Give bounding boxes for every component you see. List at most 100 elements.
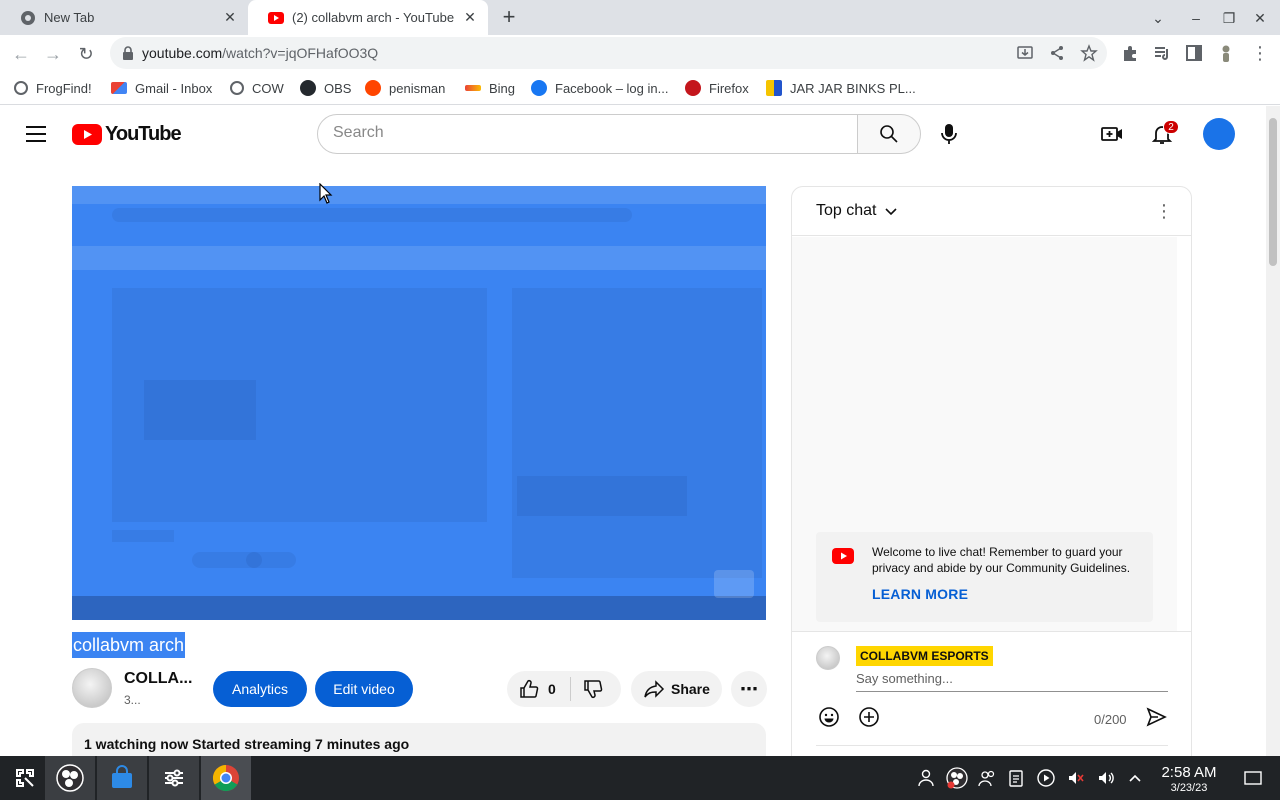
bookmark-reddit[interactable]: penisman (365, 79, 445, 97)
tab-title: (2) collabvm arch - YouTube (292, 10, 455, 25)
learn-more-link[interactable]: LEARN MORE (872, 586, 968, 602)
address-bar[interactable]: youtube.com/watch?v=jqOFHafOO3Q (110, 37, 1107, 69)
bookmark-star-icon[interactable] (1080, 44, 1098, 62)
thumbs-down-icon[interactable] (582, 678, 604, 700)
muted-speaker-icon[interactable] (1066, 768, 1086, 788)
media-queue-icon[interactable] (1152, 43, 1172, 63)
emoji-icon[interactable] (818, 706, 840, 728)
bag-icon (766, 80, 782, 96)
bookmark-obs[interactable]: OBS (300, 79, 351, 97)
player-ghost-title (112, 530, 174, 542)
edit-video-button[interactable]: Edit video (315, 671, 413, 707)
bookmark-gmail[interactable]: Gmail - Inbox (111, 79, 212, 97)
page-scrollbar[interactable] (1266, 106, 1280, 756)
send-icon[interactable] (1145, 706, 1167, 728)
tab-youtube[interactable]: (2) collabvm arch - YouTube ✕ (248, 0, 488, 35)
bookmark-label: OBS (324, 80, 352, 96)
more-actions-icon[interactable]: ⋯ (731, 671, 767, 707)
chrome-taskbar-icon[interactable] (201, 756, 251, 800)
bookmark-cow[interactable]: COW (230, 79, 284, 97)
clipboard-icon[interactable] (1006, 768, 1026, 788)
bookmark-label: Facebook – log in... (555, 80, 669, 96)
show-desktop-icon[interactable] (1243, 768, 1263, 788)
chat-input-panel: COLLABVM ESPORTS 0/200 (792, 631, 1191, 756)
description-box[interactable]: 1 watching now Started streaming 7 minut… (72, 723, 766, 756)
clock-date[interactable]: 3/23/23 (1154, 782, 1224, 794)
users-icon[interactable] (977, 768, 997, 788)
obs-tray-icon[interactable] (945, 766, 969, 790)
search-box (317, 114, 858, 154)
share-arrow-icon (644, 680, 665, 698)
bookmark-frogfind[interactable]: FrogFind! (14, 79, 92, 97)
description-stats: 1 watching now Started streaming 7 minut… (84, 736, 410, 752)
player-ghost-tabbar (72, 186, 766, 204)
close-icon[interactable]: ✕ (462, 9, 478, 25)
search-button[interactable] (857, 114, 921, 154)
chevron-up-icon[interactable] (1125, 768, 1145, 788)
char-counter: 0/200 (1094, 712, 1127, 727)
chat-mode-selector[interactable]: Top chat (816, 202, 876, 220)
tab-new-tab[interactable]: New Tab ✕ (0, 0, 248, 35)
video-player[interactable] (72, 186, 766, 620)
kebab-menu-icon[interactable]: ⋮ (1250, 43, 1270, 63)
clock-time[interactable]: 2:58 AM (1154, 764, 1224, 781)
chat-message-input[interactable] (856, 671, 1156, 686)
chat-welcome-banner: Welcome to live chat! Remember to guard … (816, 532, 1153, 622)
scrollbar-thumb[interactable] (1269, 118, 1277, 266)
notification-badge: 2 (1163, 120, 1179, 134)
youtube-page: YouTube 2 collabvm arch COLLA... 3... An… (0, 106, 1266, 756)
volume-icon[interactable] (1096, 768, 1116, 788)
browser-tab-bar: New Tab ✕ (2) collabvm arch - YouTube ✕ … (0, 0, 1280, 35)
obs-taskbar-icon[interactable] (45, 756, 95, 800)
kebab-menu-icon[interactable]: ⋮ (1154, 201, 1174, 221)
chevron-down-icon[interactable] (884, 205, 898, 219)
close-window-icon[interactable]: ✕ (1250, 8, 1270, 28)
channel-subscribers: 3... (124, 693, 141, 707)
chat-username: COLLABVM ESPORTS (856, 646, 993, 666)
thumbs-up-icon[interactable] (518, 678, 540, 700)
channel-name[interactable]: COLLA... (124, 670, 192, 688)
search-input[interactable] (333, 124, 833, 142)
profile-icon[interactable] (1216, 43, 1236, 63)
chevron-down-icon[interactable]: ⌄ (1148, 8, 1168, 28)
extensions-icon[interactable] (1120, 43, 1140, 63)
bookmark-bing[interactable]: Bing (465, 79, 515, 97)
youtube-wordmark: YouTube (105, 122, 182, 145)
app-launcher-icon[interactable] (0, 756, 50, 800)
store-taskbar-icon[interactable] (97, 756, 147, 800)
bookmark-jarjar[interactable]: JAR JAR BINKS PL... (766, 79, 916, 97)
side-panel-icon[interactable] (1184, 43, 1204, 63)
bookmark-label: FrogFind! (36, 80, 92, 96)
account-avatar[interactable] (1203, 118, 1235, 150)
forward-icon[interactable]: → (42, 43, 64, 65)
bookmark-firefox[interactable]: Firefox (685, 79, 749, 97)
user-icon[interactable] (916, 768, 936, 788)
player-ghost-button (246, 552, 296, 568)
share-button[interactable]: Share (631, 671, 722, 707)
video-title-container: collabvm arch (72, 632, 186, 660)
reload-icon[interactable]: ↻ (75, 43, 97, 65)
microphone-icon[interactable] (934, 119, 964, 149)
new-tab-button[interactable]: + (497, 6, 521, 30)
close-icon[interactable]: ✕ (222, 9, 238, 25)
analytics-button[interactable]: Analytics (213, 671, 307, 707)
youtube-logo[interactable]: YouTube (72, 122, 182, 145)
restore-icon[interactable]: ❐ (1219, 8, 1239, 28)
video-title: collabvm arch (72, 632, 186, 658)
back-icon[interactable]: ← (10, 43, 32, 65)
hamburger-menu-icon[interactable] (26, 126, 46, 142)
media-play-icon[interactable] (1036, 768, 1056, 788)
minimize-icon[interactable]: – (1186, 8, 1206, 28)
share-icon[interactable] (1048, 44, 1066, 62)
bookmark-facebook[interactable]: Facebook – log in... (531, 79, 668, 97)
create-video-icon[interactable] (1100, 122, 1124, 146)
channel-avatar[interactable] (72, 668, 112, 708)
like-count[interactable]: 0 (548, 681, 556, 697)
youtube-play-icon (72, 123, 102, 145)
settings-taskbar-icon[interactable] (149, 756, 199, 800)
add-circle-icon[interactable] (858, 706, 880, 728)
github-icon (300, 80, 316, 96)
globe-icon (230, 81, 244, 95)
install-icon[interactable] (1016, 44, 1034, 62)
youtube-icon (832, 548, 854, 564)
